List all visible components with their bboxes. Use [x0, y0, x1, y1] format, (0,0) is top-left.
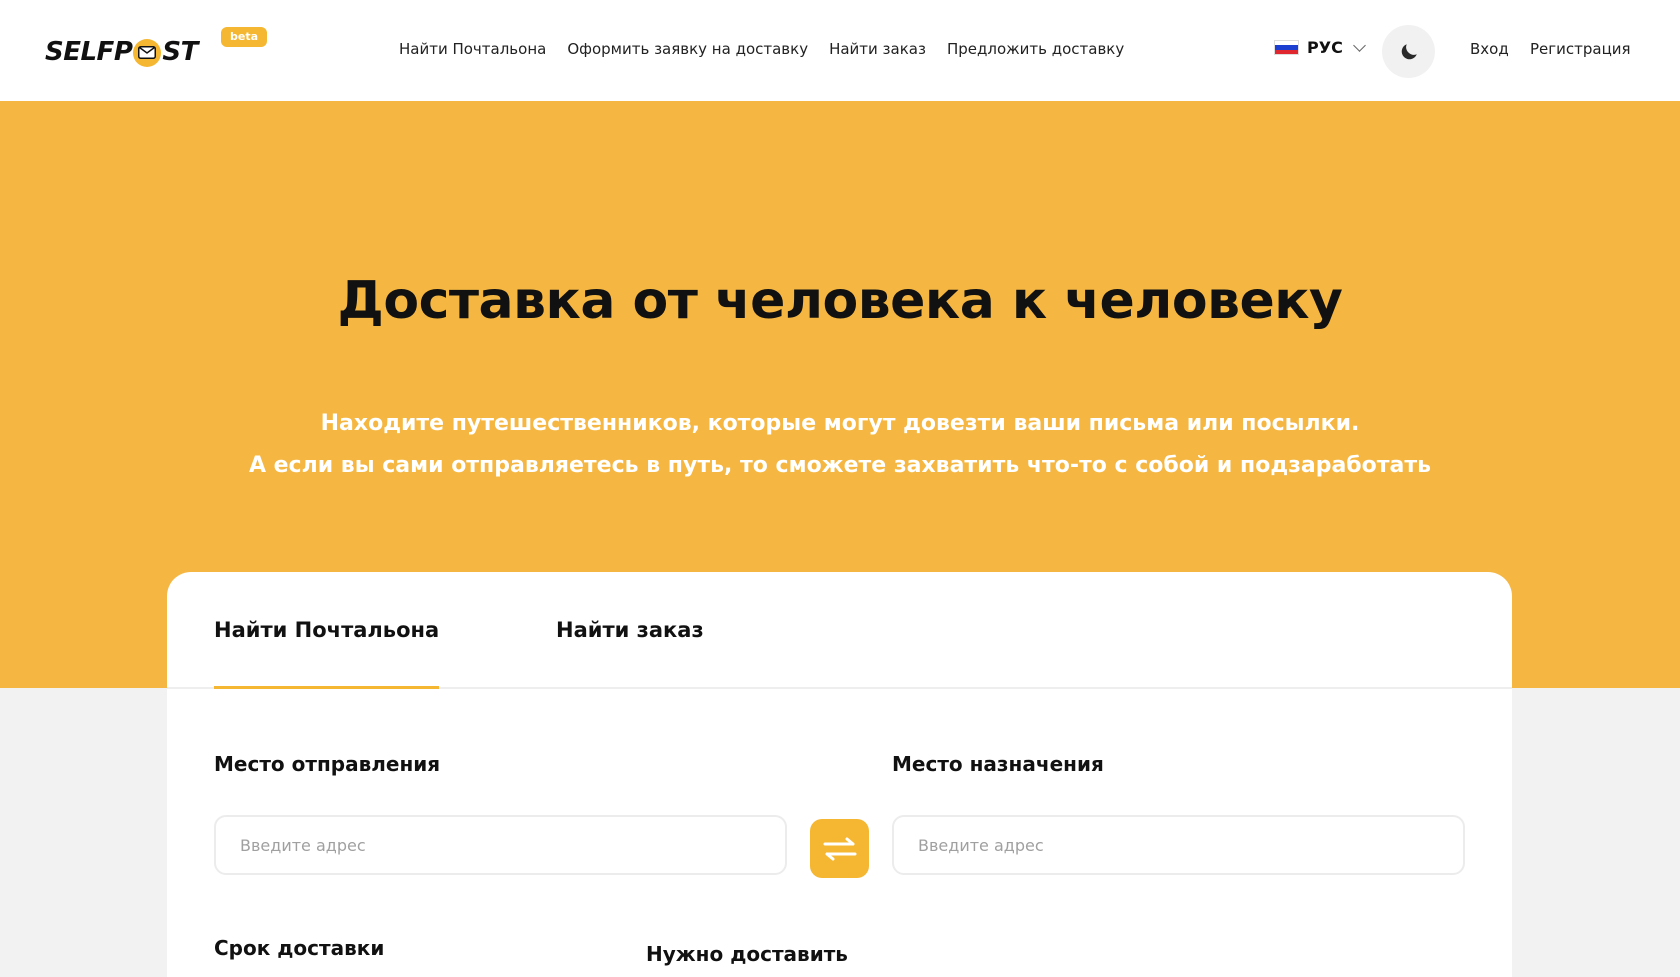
- hero-subtitle-line2: А если вы сами отправляетесь в путь, то …: [248, 453, 1432, 478]
- moon-icon: [1401, 43, 1417, 59]
- theme-toggle-button[interactable]: [1382, 25, 1435, 78]
- nav-create-request[interactable]: Оформить заявку на доставку: [567, 40, 808, 58]
- language-selector[interactable]: РУС: [1274, 38, 1366, 57]
- russia-flag-icon: [1274, 40, 1299, 55]
- delivery-date-label: Срок доставки: [214, 936, 385, 960]
- chevron-down-icon: [1352, 39, 1366, 52]
- language-label: РУС: [1307, 38, 1343, 57]
- envelope-logo-icon: [133, 39, 162, 67]
- need-deliver-label: Нужно доставить: [646, 942, 848, 966]
- destination-label: Место назначения: [892, 752, 1104, 776]
- site-header: SELFP ST beta Найти Почтальона Оформить …: [0, 0, 1680, 101]
- nav-find-order[interactable]: Найти заказ: [829, 40, 926, 58]
- departure-label: Место отправления: [214, 752, 441, 776]
- login-link[interactable]: Вход: [1470, 40, 1509, 58]
- hero-subtitle-line1: Находите путешественников, которые могут…: [320, 411, 1360, 436]
- search-card: Найти Почтальона Найти заказ Место отпра…: [167, 572, 1512, 977]
- nav-offer-delivery[interactable]: Предложить доставку: [947, 40, 1124, 58]
- destination-address-input[interactable]: [892, 815, 1465, 875]
- main-nav: Найти Почтальона Оформить заявку на дост…: [399, 40, 1124, 58]
- active-tab-indicator: [214, 686, 439, 689]
- logo-text-right: ST: [162, 37, 198, 67]
- nav-find-postman[interactable]: Найти Почтальона: [399, 40, 546, 58]
- swap-locations-button[interactable]: [810, 819, 869, 878]
- departure-address-input[interactable]: [214, 815, 787, 875]
- logo-text-left: SELFP: [45, 37, 133, 67]
- beta-badge: beta: [221, 27, 268, 47]
- tab-find-order[interactable]: Найти заказ: [556, 618, 704, 642]
- register-link[interactable]: Регистрация: [1530, 40, 1631, 58]
- selfpost-logo[interactable]: SELFP ST: [45, 34, 198, 70]
- tab-find-postman[interactable]: Найти Почтальона: [214, 618, 439, 642]
- swap-arrows-icon: [823, 837, 856, 860]
- search-tabs: Найти Почтальона Найти заказ: [167, 572, 1512, 689]
- hero-title: Доставка от человека к человеку: [337, 271, 1343, 331]
